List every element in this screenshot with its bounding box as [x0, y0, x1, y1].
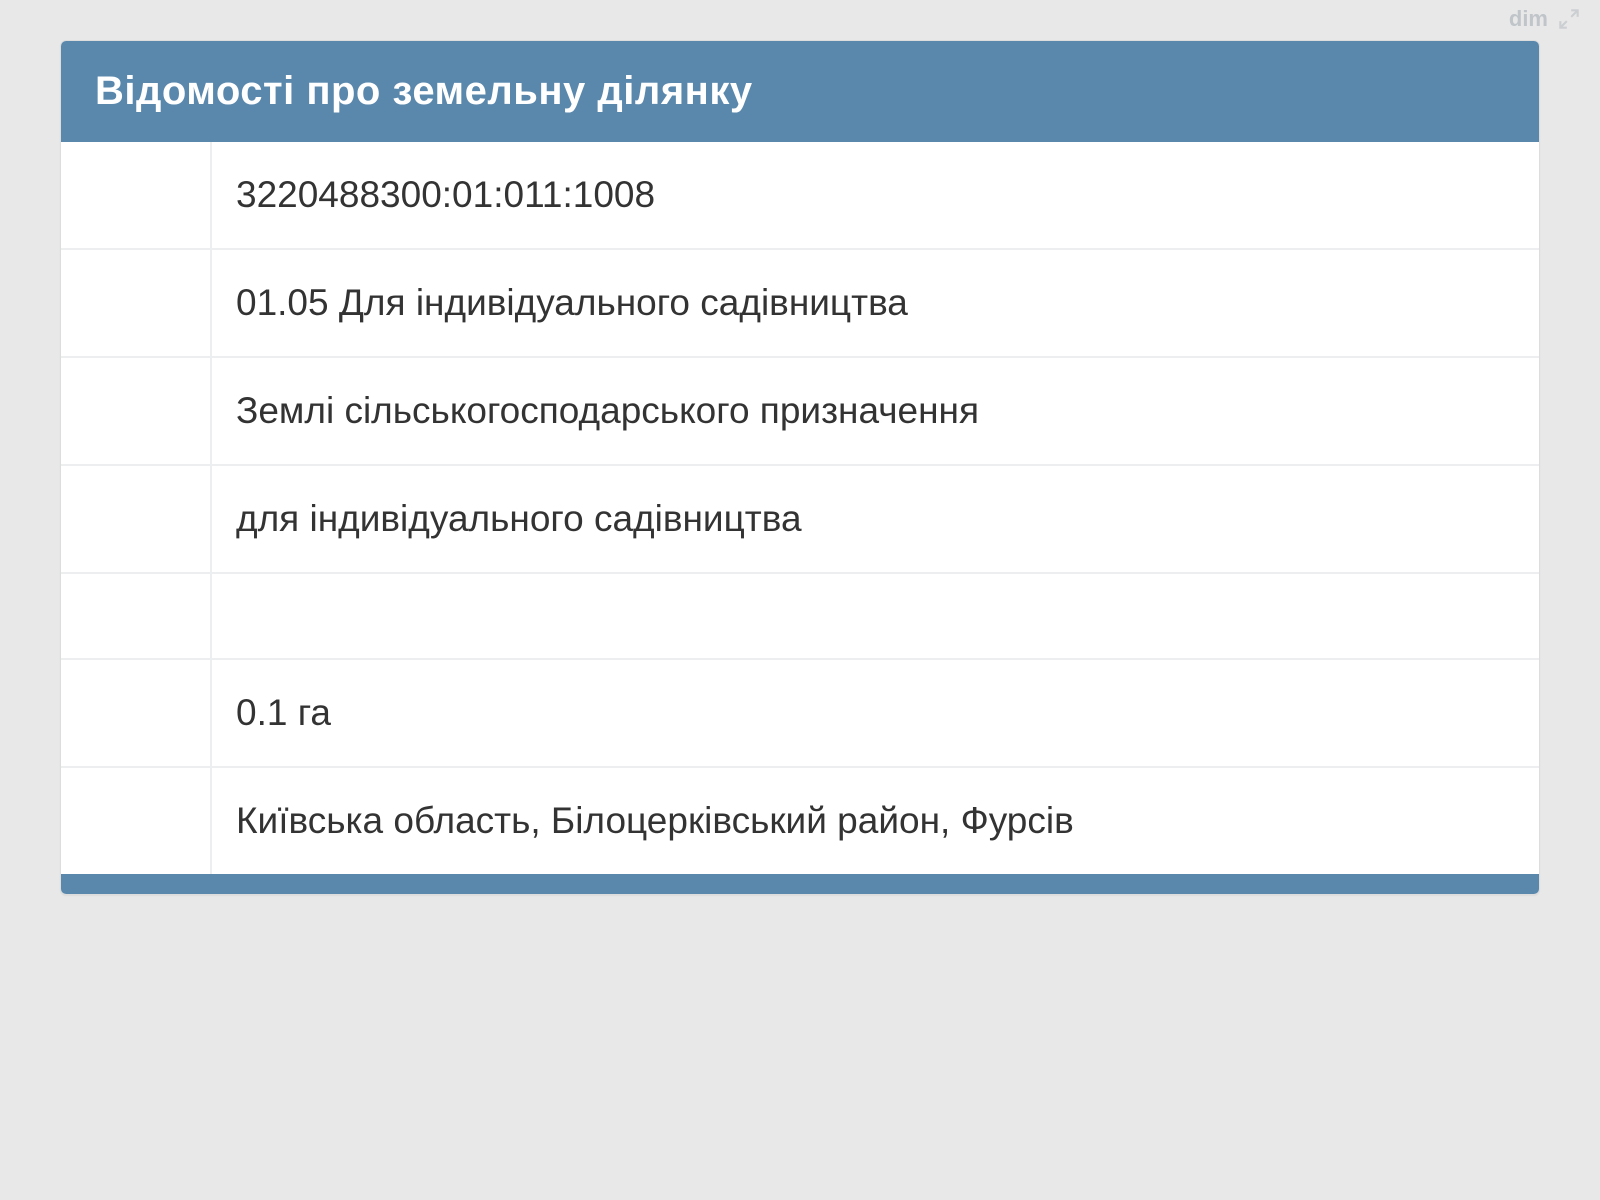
table-row: 0.1 га — [61, 659, 1539, 767]
table-row: 3220488300:01:011:1008 — [61, 142, 1539, 249]
table-row: для індивідуального садівництва — [61, 465, 1539, 573]
land-info-table: 3220488300:01:011:1008 01.05 Для індивід… — [61, 142, 1539, 874]
expand-icon — [1556, 6, 1582, 32]
row-label-cell — [61, 659, 211, 767]
location-value: Київська область, Білоцерківський район,… — [211, 767, 1539, 874]
panel-title: Відомості про земельну ділянку — [61, 41, 1539, 142]
usage-type-value: для індивідуального садівництва — [211, 465, 1539, 573]
empty-value — [211, 573, 1539, 659]
watermark-text: dim — [1509, 6, 1548, 32]
cadastral-number-value: 3220488300:01:011:1008 — [211, 142, 1539, 249]
panel-footer-bar — [61, 874, 1539, 894]
row-label-cell — [61, 357, 211, 465]
watermark-badge: dim — [1509, 6, 1582, 32]
land-info-panel: Відомості про земельну ділянку 322048830… — [60, 40, 1540, 895]
table-row: Землі сільськогосподарського призначення — [61, 357, 1539, 465]
table-row: Київська область, Білоцерківський район,… — [61, 767, 1539, 874]
area-value: 0.1 га — [211, 659, 1539, 767]
table-row — [61, 573, 1539, 659]
purpose-code-value: 01.05 Для індивідуального садівництва — [211, 249, 1539, 357]
row-label-cell — [61, 573, 211, 659]
row-label-cell — [61, 142, 211, 249]
land-category-value: Землі сільськогосподарського призначення — [211, 357, 1539, 465]
page-container: Відомості про земельну ділянку 322048830… — [0, 0, 1600, 1200]
row-label-cell — [61, 465, 211, 573]
table-row: 01.05 Для індивідуального садівництва — [61, 249, 1539, 357]
row-label-cell — [61, 249, 211, 357]
row-label-cell — [61, 767, 211, 874]
